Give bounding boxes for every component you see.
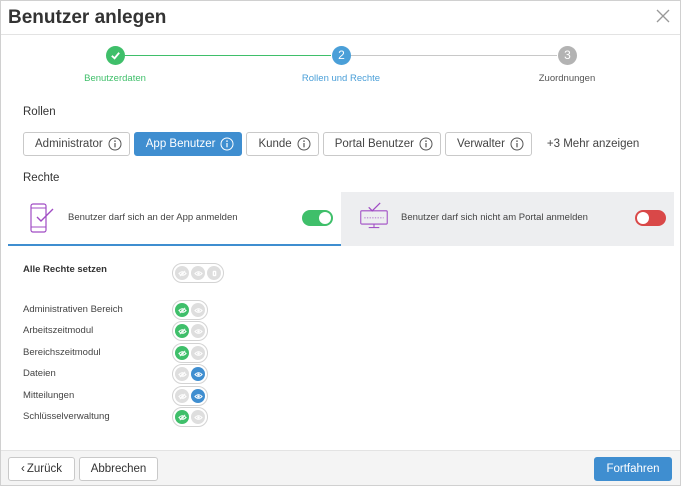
app-login-text: Benutzer darf sich an der App anmelden	[68, 212, 238, 223]
wizard-stepper: 2 3 Benutzerdaten Rollen und Rechte Zuor…	[1, 35, 680, 91]
eye-icon[interactable]	[191, 266, 205, 280]
close-icon[interactable]	[654, 7, 672, 25]
eye-icon[interactable]	[191, 367, 205, 381]
edit-icon[interactable]	[175, 324, 189, 338]
chevron-left-icon: ‹	[21, 463, 25, 475]
role-chip-kunde[interactable]: Kunde	[246, 132, 319, 156]
role-label: Kunde	[258, 138, 292, 150]
step-connector-2	[351, 55, 557, 56]
portal-login-toggle[interactable]	[635, 210, 666, 226]
show-more-roles-link[interactable]: +3 Mehr anzeigen	[547, 138, 639, 150]
all-rights-label: Alle Rechte setzen	[23, 264, 107, 275]
step-2-indicator[interactable]: 2	[332, 46, 351, 65]
right-label: Arbeitszeitmodul	[23, 325, 94, 336]
edit-icon[interactable]	[175, 367, 189, 381]
info-icon[interactable]	[297, 137, 311, 151]
step-3-label: Zuordnungen	[538, 73, 596, 84]
step-3-indicator[interactable]: 3	[558, 46, 577, 65]
dialog-header: Benutzer anlegen	[1, 1, 680, 35]
right-selector[interactable]	[172, 321, 208, 341]
role-chip-verwalter[interactable]: Verwalter	[444, 132, 532, 156]
right-selector[interactable]	[172, 364, 208, 384]
edit-icon[interactable]	[175, 389, 189, 403]
edit-icon[interactable]	[175, 303, 189, 317]
portal-login-text: Benutzer darf sich nicht am Portal anmel…	[401, 212, 588, 223]
right-label: Bereichszeitmodul	[23, 347, 101, 358]
right-selector[interactable]	[172, 386, 208, 406]
right-label: Administrativen Bereich	[23, 304, 123, 315]
right-selector[interactable]	[172, 407, 208, 427]
roles-list: Administrator App Benutzer Kunde Portal …	[23, 132, 639, 156]
right-selector[interactable]	[172, 300, 208, 320]
info-icon[interactable]	[419, 137, 433, 151]
portal-login-tab[interactable]: Benutzer darf sich nicht am Portal anmel…	[341, 192, 674, 246]
role-chip-administrator[interactable]: Administrator	[23, 132, 130, 156]
monitor-check-icon	[359, 202, 389, 234]
smartphone-check-icon	[28, 202, 58, 234]
roles-heading: Rollen	[23, 106, 56, 118]
create-user-dialog: Benutzer anlegen 2 3 Benutzerdaten Rolle…	[0, 0, 681, 486]
step-2-label: Rollen und Rechte	[301, 73, 381, 84]
back-button-label: Zurück	[26, 463, 62, 475]
back-button[interactable]: ‹ Zurück	[8, 457, 75, 481]
dialog-footer: ‹ Zurück Abbrechen Fortfahren	[1, 450, 680, 485]
right-label: Dateien	[23, 368, 56, 379]
right-label: Schlüsselverwaltung	[23, 411, 110, 422]
edit-icon[interactable]	[175, 346, 189, 360]
dialog-title: Benutzer anlegen	[8, 7, 167, 28]
eye-icon[interactable]	[191, 389, 205, 403]
role-label: App Benutzer	[145, 138, 216, 150]
all-rights-selector[interactable]	[172, 263, 224, 283]
role-chip-portal-benutzer[interactable]: Portal Benutzer	[322, 132, 441, 156]
eye-icon[interactable]	[191, 303, 205, 317]
eye-icon[interactable]	[191, 324, 205, 338]
role-chip-app-benutzer[interactable]: App Benutzer	[133, 132, 243, 156]
step-1-label: Benutzerdaten	[84, 73, 146, 84]
rights-heading: Rechte	[23, 172, 60, 184]
check-icon	[110, 50, 121, 64]
eye-icon[interactable]	[191, 410, 205, 424]
right-label: Mitteilungen	[23, 390, 75, 401]
step-1-indicator[interactable]	[106, 46, 125, 65]
role-label: Portal Benutzer	[334, 138, 414, 150]
app-login-tab[interactable]: Benutzer darf sich an der App anmelden	[8, 192, 341, 246]
info-icon[interactable]	[220, 137, 234, 151]
continue-button[interactable]: Fortfahren	[594, 457, 672, 481]
role-label: Verwalter	[456, 138, 505, 150]
role-label: Administrator	[35, 138, 103, 150]
edit-icon[interactable]	[175, 410, 189, 424]
eye-icon[interactable]	[191, 346, 205, 360]
edit-icon[interactable]	[175, 266, 189, 280]
info-icon[interactable]	[510, 137, 524, 151]
app-login-toggle[interactable]	[302, 210, 333, 226]
login-permission-tabs: Benutzer darf sich an der App anmelden B…	[8, 192, 674, 246]
step-connector-1	[125, 55, 331, 56]
lock-icon[interactable]	[207, 266, 221, 280]
info-icon[interactable]	[108, 137, 122, 151]
right-selector[interactable]	[172, 343, 208, 363]
cancel-button[interactable]: Abbrechen	[79, 457, 158, 481]
